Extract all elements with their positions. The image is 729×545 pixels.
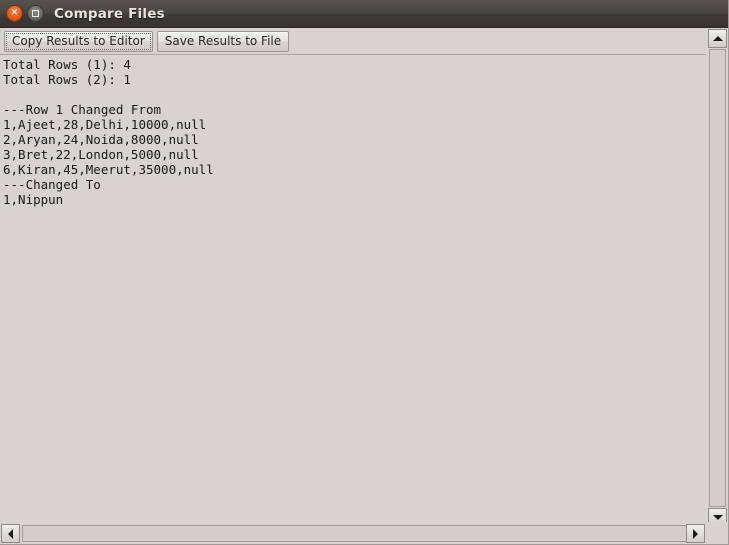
horizontal-scrollbar-track[interactable]: [22, 525, 703, 542]
scroll-up-button[interactable]: [708, 29, 727, 48]
close-button[interactable]: ✕: [6, 5, 23, 22]
window-controls: ✕: [0, 5, 44, 22]
arrow-left-icon: [8, 528, 13, 539]
copy-results-to-editor-button[interactable]: Copy Results to Editor: [4, 30, 153, 52]
vertical-scrollbar[interactable]: [706, 28, 729, 528]
toolbar: Copy Results to Editor Save Results to F…: [0, 28, 706, 54]
vertical-scrollbar-track[interactable]: [709, 49, 726, 507]
save-results-to-file-button[interactable]: Save Results to File: [156, 30, 290, 52]
scrollbar-corner: [706, 522, 729, 545]
client-area: Copy Results to Editor Save Results to F…: [0, 28, 729, 545]
close-icon: ✕: [10, 7, 19, 18]
title-bar[interactable]: ✕ Compare Files: [0, 0, 729, 28]
results-text-area[interactable]: Total Rows (1): 4 Total Rows (2): 1 ---R…: [0, 54, 706, 522]
maximize-icon: [32, 10, 39, 17]
arrow-up-icon: [712, 36, 723, 41]
scroll-right-button[interactable]: [686, 524, 705, 543]
compare-files-window: ✕ Compare Files Copy Results to Editor S…: [0, 0, 729, 545]
results-text: Total Rows (1): 4 Total Rows (2): 1 ---R…: [3, 57, 214, 207]
window-title: Compare Files: [54, 5, 165, 22]
arrow-down-icon: [712, 515, 723, 520]
horizontal-scrollbar[interactable]: [0, 522, 706, 545]
arrow-right-icon: [693, 528, 698, 539]
scroll-left-button[interactable]: [1, 524, 20, 543]
maximize-button[interactable]: [27, 5, 44, 22]
